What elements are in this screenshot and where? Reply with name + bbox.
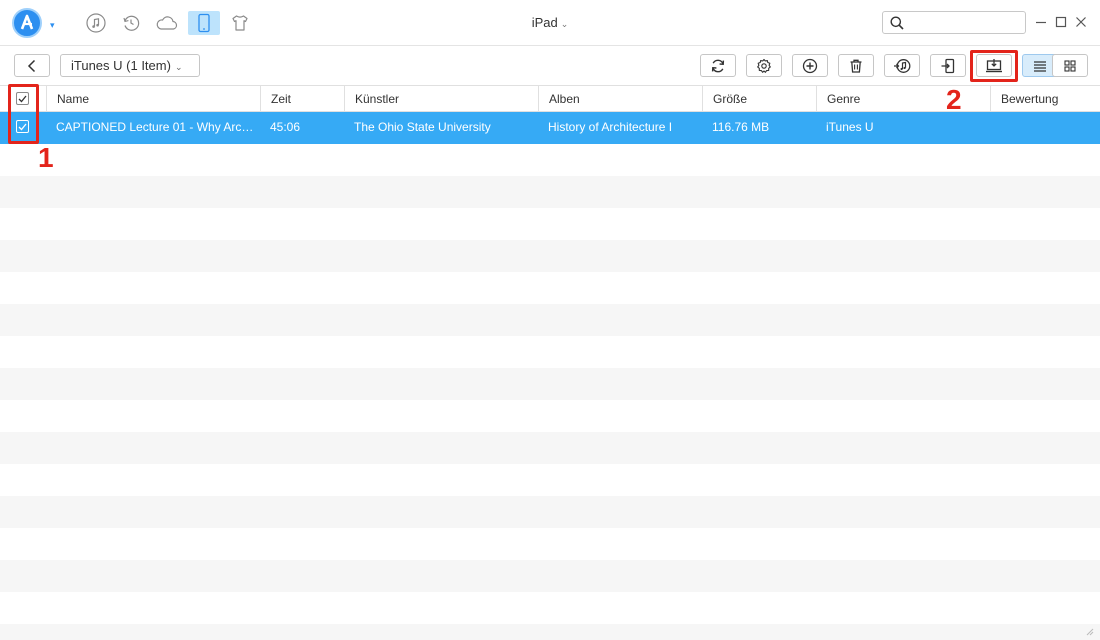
cell-artist: The Ohio State University — [354, 120, 491, 134]
column-header-time[interactable]: Zeit — [260, 86, 344, 112]
title-bar: ▾ iPad ⌄ — [0, 0, 1100, 46]
empty-row — [0, 464, 1100, 496]
annotation-number-2: 2 — [946, 84, 962, 115]
empty-row — [0, 528, 1100, 560]
delete-icon — [850, 59, 862, 73]
minimize-button[interactable] — [1033, 14, 1049, 30]
device-category-button[interactable] — [188, 11, 220, 35]
backup-restore-icon — [123, 15, 140, 31]
to-device-icon — [941, 58, 955, 73]
column-header-artist[interactable]: Künstler — [344, 86, 538, 112]
empty-row — [0, 272, 1100, 304]
backup-restore-category-button[interactable] — [115, 11, 147, 35]
back-button[interactable] — [14, 54, 50, 77]
chevron-down-icon: ⌄ — [174, 62, 183, 72]
column-header-album[interactable]: Alben — [538, 86, 702, 112]
empty-row — [0, 336, 1100, 368]
device-icon — [198, 13, 210, 33]
refresh-icon — [711, 59, 725, 72]
cell-album: History of Architecture I — [548, 120, 673, 134]
highlight-box-1 — [8, 84, 39, 144]
device-name: iPad — [531, 15, 558, 30]
empty-row — [0, 400, 1100, 432]
empty-row — [0, 240, 1100, 272]
empty-row — [0, 368, 1100, 400]
maximize-icon — [1055, 16, 1067, 28]
toolkit-shirt-icon — [232, 15, 248, 31]
anytrans-window: ▾ iPad ⌄ iTunes U (1 Item) ⌄ Name Zeit K… — [0, 0, 1100, 640]
app-menu-chevron-icon[interactable]: ▾ — [50, 20, 60, 30]
category-dropdown-label: iTunes U (1 Item) — [71, 58, 171, 73]
search-input[interactable] — [909, 14, 1021, 31]
app-logo-icon[interactable] — [12, 8, 42, 38]
device-selector[interactable]: iPad ⌄ — [500, 15, 600, 30]
minimize-icon — [1036, 21, 1046, 24]
to-itunes-button[interactable] — [884, 54, 920, 77]
refresh-button[interactable] — [700, 54, 736, 77]
empty-row — [0, 144, 1100, 176]
annotation-number-1: 1 — [38, 142, 54, 173]
delete-button[interactable] — [838, 54, 874, 77]
toolbar: iTunes U (1 Item) ⌄ — [0, 46, 1100, 86]
column-header-genre[interactable]: Genre — [816, 86, 990, 112]
grid-view-icon — [1064, 59, 1076, 72]
cell-rating — [990, 112, 1100, 142]
table-header: Name Zeit Künstler Alben Größe Genre Bew… — [0, 86, 1100, 112]
empty-row — [0, 496, 1100, 528]
close-icon — [1076, 17, 1086, 27]
to-itunes-icon — [894, 58, 911, 73]
cell-name: CAPTIONED Lecture 01 - Why Architecture? — [56, 120, 260, 134]
music-icon — [86, 13, 106, 33]
column-header-rating[interactable]: Bewertung — [990, 86, 1100, 112]
cell-genre: iTunes U — [826, 120, 874, 134]
empty-row — [0, 432, 1100, 464]
highlight-box-2 — [970, 50, 1018, 82]
category-dropdown[interactable]: iTunes U (1 Item) ⌄ — [60, 54, 200, 77]
add-icon — [802, 58, 818, 73]
table-row[interactable]: CAPTIONED Lecture 01 - Why Architecture?… — [0, 112, 1100, 144]
resize-grip-icon[interactable] — [1084, 626, 1094, 636]
empty-row — [0, 624, 1100, 640]
chevron-left-icon — [27, 59, 36, 72]
empty-row — [0, 592, 1100, 624]
list-view-icon — [1034, 60, 1046, 72]
close-button[interactable] — [1073, 14, 1089, 30]
add-button[interactable] — [792, 54, 828, 77]
empty-row — [0, 176, 1100, 208]
grid-view-button[interactable] — [1052, 54, 1088, 77]
empty-row — [0, 208, 1100, 240]
empty-row — [0, 304, 1100, 336]
chevron-down-icon: ⌄ — [560, 19, 569, 29]
column-header-name[interactable]: Name — [46, 86, 260, 112]
column-header-size[interactable]: Größe — [702, 86, 816, 112]
search-box[interactable] — [882, 11, 1026, 34]
cell-size: 116.76 MB — [712, 120, 770, 134]
table-body: CAPTIONED Lecture 01 - Why Architecture?… — [0, 112, 1100, 640]
empty-row — [0, 560, 1100, 592]
icloud-category-button[interactable] — [151, 11, 183, 35]
maximize-button[interactable] — [1053, 14, 1069, 30]
music-category-button[interactable] — [80, 11, 112, 35]
cell-time: 45:06 — [270, 120, 301, 134]
toolkit-category-button[interactable] — [224, 11, 256, 35]
icloud-icon — [156, 16, 178, 30]
to-device-button[interactable] — [930, 54, 966, 77]
search-icon — [890, 16, 904, 30]
settings-icon — [757, 58, 771, 73]
settings-button[interactable] — [746, 54, 782, 77]
